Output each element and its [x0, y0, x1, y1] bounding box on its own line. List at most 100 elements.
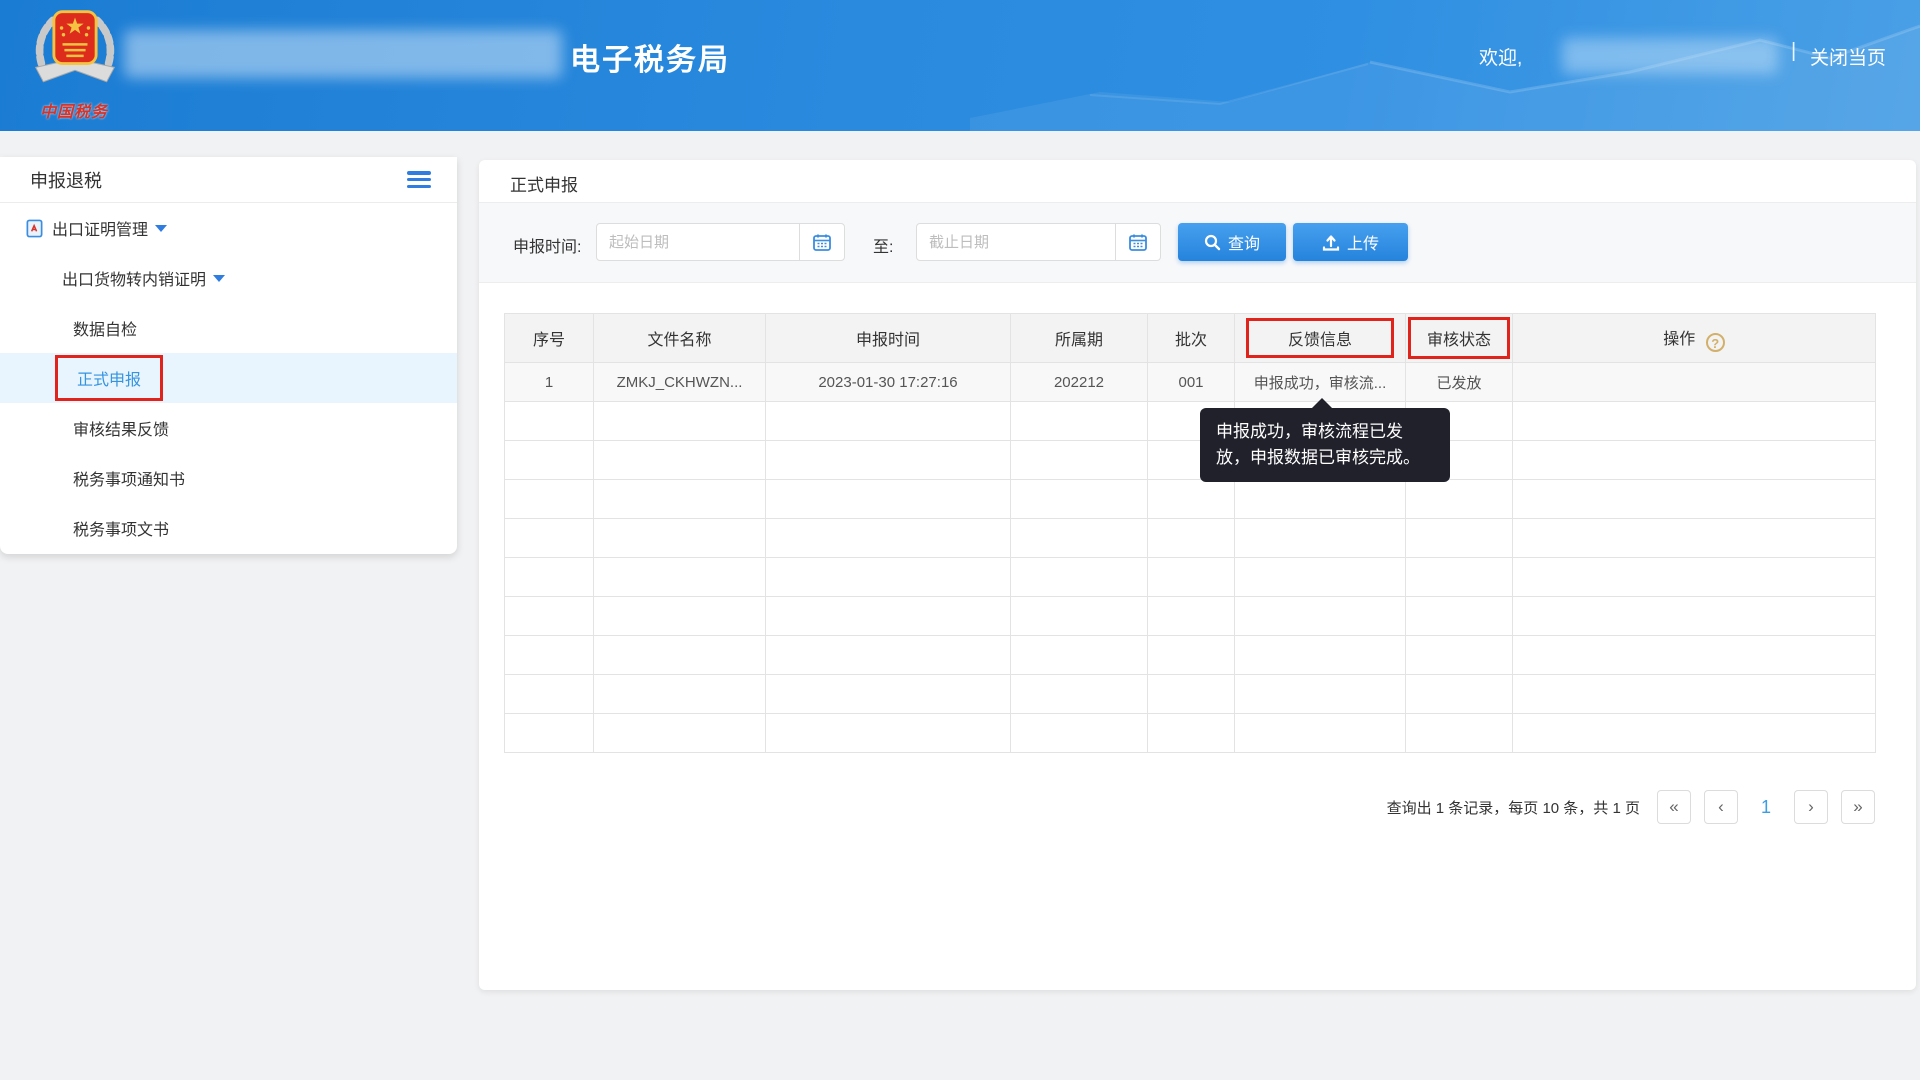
- sidebar: 申报退税 出口证明管理 出口货物转内销证明 数据自检 正式申报 审核结果反馈 税…: [0, 157, 457, 554]
- empty-cell: [766, 675, 1011, 714]
- empty-cell: [1513, 402, 1876, 441]
- col-header-period: 所属期: [1011, 314, 1148, 363]
- page-title: 正式申报: [510, 171, 578, 196]
- empty-cell: [1011, 714, 1148, 753]
- empty-cell: [766, 636, 1011, 675]
- empty-cell: [1011, 519, 1148, 558]
- sidebar-item-data-self-check[interactable]: 数据自检: [0, 303, 457, 353]
- sidebar-item-tax-matter-document[interactable]: 税务事项文书: [0, 503, 457, 553]
- document-icon: [25, 219, 44, 238]
- empty-cell: [594, 519, 766, 558]
- empty-cell: [1235, 636, 1406, 675]
- pagination: 查询出 1 条记录，每页 10 条，共 1 页 « ‹ 1 › »: [1387, 790, 1875, 824]
- col-header-review-status: 审核状态: [1406, 314, 1513, 363]
- col-header-seq: 序号: [505, 314, 594, 363]
- query-button[interactable]: 查询: [1178, 223, 1286, 261]
- empty-cell: [766, 402, 1011, 441]
- help-icon[interactable]: ?: [1706, 333, 1725, 352]
- redacted-bureau-name: [124, 30, 562, 78]
- empty-cell: [594, 402, 766, 441]
- portal-title: 电子税务局: [570, 35, 730, 79]
- col-header-review-status-label: 审核状态: [1427, 332, 1491, 349]
- tax-bureau-emblem-logo: [22, 4, 128, 100]
- header-separator: |: [1791, 40, 1796, 63]
- first-page-button[interactable]: «: [1657, 790, 1691, 824]
- last-page-button[interactable]: »: [1841, 790, 1875, 824]
- empty-cell: [1011, 558, 1148, 597]
- hamburger-menu-icon[interactable]: [407, 171, 431, 188]
- empty-cell: [1235, 558, 1406, 597]
- chevron-down-icon: [155, 225, 167, 232]
- empty-cell: [594, 558, 766, 597]
- cell-feedback[interactable]: 申报成功，审核流...: [1235, 363, 1406, 402]
- empty-cell: [1011, 441, 1148, 480]
- query-button-label: 查询: [1228, 230, 1260, 254]
- declaration-table: 序号 文件名称 申报时间 所属期 批次 反馈信息 审核状态 操作 ?: [504, 313, 1876, 753]
- empty-cell: [505, 480, 594, 519]
- current-page-number[interactable]: 1: [1751, 797, 1781, 818]
- next-page-button[interactable]: ›: [1794, 790, 1828, 824]
- logo-caption: 中国税务: [14, 98, 134, 122]
- empty-cell: [1406, 597, 1513, 636]
- table-row-empty: [505, 636, 1876, 675]
- table-row-empty: [505, 558, 1876, 597]
- sidebar-item-label: 税务事项文书: [73, 516, 169, 540]
- empty-cell: [1513, 597, 1876, 636]
- annotation-red-box: 正式申报: [55, 355, 163, 401]
- sidebar-item-review-result-feedback[interactable]: 审核结果反馈: [0, 403, 457, 453]
- cell-batch: 001: [1148, 363, 1235, 402]
- col-header-actions: 操作 ?: [1513, 314, 1876, 363]
- empty-cell: [1148, 714, 1235, 753]
- start-date-field: [596, 223, 845, 261]
- empty-cell: [1406, 519, 1513, 558]
- sidebar-item-formal-declaration[interactable]: 正式申报: [0, 353, 457, 403]
- empty-cell: [505, 558, 594, 597]
- upload-button[interactable]: 上传: [1293, 223, 1408, 261]
- sidebar-item-label: 出口货物转内销证明: [62, 266, 206, 290]
- empty-cell: [1148, 636, 1235, 675]
- empty-cell: [1406, 480, 1513, 519]
- empty-cell: [1011, 480, 1148, 519]
- main-panel: 正式申报 申报时间: 至: 查询: [479, 160, 1916, 990]
- table-row-empty: [505, 441, 1876, 480]
- table-row-empty: [505, 519, 1876, 558]
- prev-page-button[interactable]: ‹: [1704, 790, 1738, 824]
- sidebar-item-export-goods-domestic-cert[interactable]: 出口货物转内销证明: [0, 253, 457, 303]
- empty-cell: [1513, 675, 1876, 714]
- pagination-summary: 查询出 1 条记录，每页 10 条，共 1 页: [1387, 797, 1640, 818]
- sidebar-item-export-cert-management[interactable]: 出口证明管理: [0, 203, 457, 253]
- empty-cell: [1235, 480, 1406, 519]
- empty-cell: [505, 714, 594, 753]
- upload-icon: [1322, 234, 1340, 251]
- empty-cell: [766, 714, 1011, 753]
- redacted-user-name: [1562, 38, 1778, 74]
- empty-cell: [1011, 636, 1148, 675]
- table-row-empty: [505, 597, 1876, 636]
- sidebar-item-label: 数据自检: [73, 316, 137, 340]
- empty-cell: [594, 675, 766, 714]
- cell-review-status: 已发放: [1406, 363, 1513, 402]
- empty-cell: [594, 714, 766, 753]
- empty-cell: [594, 480, 766, 519]
- empty-cell: [1406, 558, 1513, 597]
- empty-cell: [1513, 519, 1876, 558]
- start-date-input[interactable]: [597, 224, 799, 260]
- empty-cell: [1148, 519, 1235, 558]
- empty-cell: [505, 675, 594, 714]
- empty-cell: [1513, 636, 1876, 675]
- tooltip-text: 申报成功，审核流程已发放，申报数据已审核完成。: [1216, 422, 1420, 467]
- feedback-tooltip: 申报成功，审核流程已发放，申报数据已审核完成。: [1200, 408, 1450, 482]
- col-header-actions-label: 操作: [1663, 331, 1695, 348]
- end-date-input[interactable]: [917, 224, 1115, 260]
- empty-cell: [1406, 636, 1513, 675]
- sidebar-item-tax-matter-notice[interactable]: 税务事项通知书: [0, 453, 457, 503]
- table-header-row: 序号 文件名称 申报时间 所属期 批次 反馈信息 审核状态 操作 ?: [505, 314, 1876, 363]
- col-header-batch: 批次: [1148, 314, 1235, 363]
- table-row-empty: [505, 480, 1876, 519]
- empty-cell: [1011, 402, 1148, 441]
- calendar-button[interactable]: [1115, 224, 1160, 260]
- close-page-link[interactable]: 关闭当页: [1810, 43, 1886, 70]
- calendar-icon: [812, 232, 832, 252]
- calendar-button[interactable]: [799, 224, 844, 260]
- empty-cell: [766, 597, 1011, 636]
